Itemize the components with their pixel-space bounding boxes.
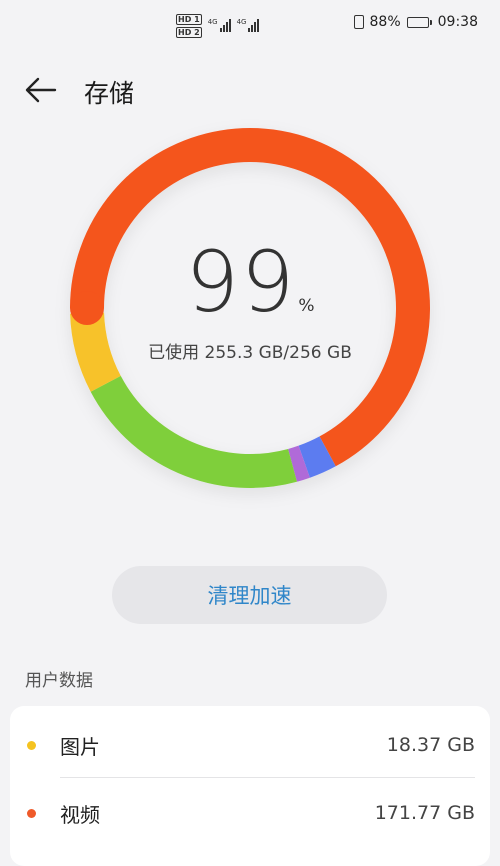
list-item-pictures[interactable]: 图片 18.37 GB (10, 710, 490, 780)
videos-color-dot (27, 808, 36, 818)
list-item-size: 171.77 GB (374, 802, 475, 824)
list-item-label: 图片 (60, 734, 100, 759)
list-item-videos[interactable]: 视频 171.77 GB (10, 778, 490, 848)
usage-percent-value: 99 (185, 233, 297, 331)
ring-segment-3 (90, 375, 297, 488)
cleanup-accelerate-button[interactable]: 清理加速 (112, 566, 387, 624)
used-capacity-text: 已使用 255.3 GB/256 GB (148, 343, 352, 363)
list-item-label: 视频 (60, 802, 100, 827)
section-title-user-data: 用户数据 (25, 671, 93, 691)
user-data-card: 图片 18.37 GB 视频 171.77 GB (10, 706, 490, 866)
usage-percent-sign: % (298, 296, 315, 316)
ring-segment-1 (298, 436, 336, 478)
usage-percent: 99% (0, 232, 500, 332)
ring-segment-2 (287, 445, 310, 482)
pictures-color-dot (27, 740, 36, 750)
list-item-size: 18.37 GB (386, 734, 475, 756)
